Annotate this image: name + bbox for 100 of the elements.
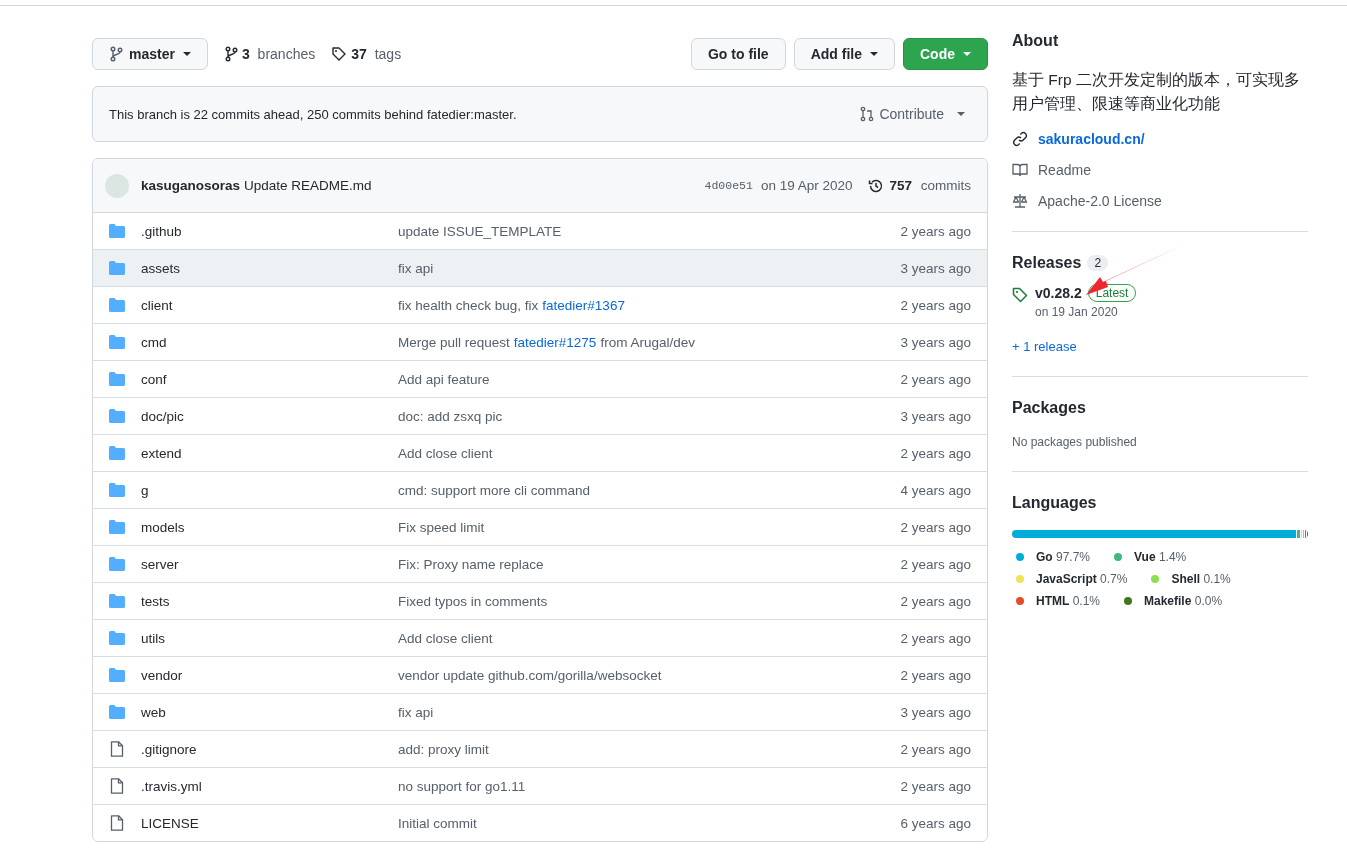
language-link[interactable]: Shell 0.1% [1171, 572, 1231, 586]
packages-heading: Packages [1012, 399, 1087, 417]
commit-message-link[interactable]: fix api [398, 704, 434, 720]
file-name-link[interactable]: models [141, 519, 398, 535]
branches-link[interactable]: 3 branches [223, 46, 316, 62]
branch-icon [109, 46, 123, 62]
commit-message-link[interactable]: Add close client [398, 445, 493, 461]
file-name-link[interactable]: assets [141, 260, 398, 276]
commit-age: 6 years ago [900, 815, 971, 831]
commit-message-link[interactable]: from Arugal/dev [600, 334, 695, 350]
add-file-button[interactable]: Add file [793, 38, 895, 70]
file-name-link[interactable]: LICENSE [141, 815, 398, 831]
commit-message-link[interactable]: update ISSUE_TEMPLATE [398, 223, 562, 239]
commit-message-link[interactable]: Initial commit [398, 815, 477, 831]
commit-age: 3 years ago [900, 408, 971, 424]
folder-icon [109, 705, 125, 719]
commit-message-link[interactable]: add: proxy limit [398, 741, 489, 757]
commit-age: 2 years ago [900, 445, 971, 461]
commit-message-link[interactable]: vendor update github.com/gorilla/websocket [398, 667, 662, 683]
commit-message-link[interactable]: cmd: support more cli command [398, 482, 591, 498]
more-releases-link[interactable]: + 1 release [1012, 339, 1308, 354]
release-version-link[interactable]: v0.28.2 [1035, 285, 1082, 301]
file-name-link[interactable]: utils [141, 630, 398, 646]
language-link[interactable]: Vue 1.4% [1134, 550, 1187, 564]
pull-request-icon [860, 106, 875, 122]
tags-link[interactable]: 37 tags [331, 46, 402, 62]
commit-age: 2 years ago [900, 667, 971, 683]
file-name-link[interactable]: doc/pic [141, 408, 398, 424]
commit-message-link[interactable]: Add api feature [398, 371, 490, 387]
commit-message-link[interactable]: fix health check bug, fix [398, 297, 539, 313]
language-link[interactable]: Go 97.7% [1036, 550, 1091, 564]
commit-message-link[interactable]: Merge pull request [398, 334, 510, 350]
commit-age: 2 years ago [900, 371, 971, 387]
packages-empty-text: No packages published [1012, 435, 1138, 449]
languages-heading: Languages [1012, 494, 1098, 512]
commit-author-link[interactable]: kasuganosoras [141, 178, 241, 193]
commit-message-link[interactable]: Add close client [398, 630, 493, 646]
file-name-link[interactable]: extend [141, 445, 398, 461]
commit-message-link[interactable]: Fixed typos in comments [398, 593, 548, 609]
commit-sha-link[interactable]: 4d00e51 [704, 179, 753, 192]
contribute-button[interactable]: Contribute [854, 105, 971, 123]
folder-icon [109, 298, 125, 312]
commit-age: 2 years ago [900, 741, 971, 757]
commit-message-link[interactable]: Fix speed limit [398, 519, 485, 535]
folder-icon [109, 224, 125, 238]
history-icon [868, 177, 885, 194]
tag-icon [1012, 287, 1028, 303]
file-name-link[interactable]: .github [141, 223, 398, 239]
file-name-link[interactable]: conf [141, 371, 398, 387]
release-date: on 19 Jan 2020 [1035, 305, 1119, 319]
commit-message-link[interactable]: fix api [398, 260, 434, 276]
file-name-link[interactable]: cmd [141, 334, 398, 350]
readme-link[interactable]: Readme [1038, 162, 1091, 178]
language-link[interactable]: JavaScript 0.7% [1036, 572, 1128, 586]
commit-age: 2 years ago [900, 556, 971, 572]
commits-link[interactable]: 757 commits [868, 177, 971, 194]
releases-count: 2 [1087, 255, 1109, 271]
file-name-link[interactable]: tests [141, 593, 398, 609]
go-to-file-button[interactable]: Go to file [691, 38, 786, 70]
commit-age: 3 years ago [900, 334, 971, 350]
branch-icon [223, 46, 238, 62]
website-link[interactable]: sakuracloud.cn/ [1038, 131, 1145, 147]
commit-message-link[interactable]: Fix: Proxy name replace [398, 556, 544, 572]
issue-link[interactable]: fatedier#1367 [542, 297, 625, 313]
folder-icon [109, 594, 125, 608]
file-name-link[interactable]: client [141, 297, 398, 313]
folder-icon [109, 483, 125, 497]
file-name-link[interactable]: .gitignore [141, 741, 398, 757]
file-name-link[interactable]: web [141, 704, 398, 720]
commit-age: 2 years ago [900, 519, 971, 535]
releases-heading[interactable]: Releases [1012, 254, 1082, 272]
folder-icon [109, 261, 125, 275]
language-link[interactable]: HTML 0.1% [1036, 594, 1100, 608]
commit-message-link[interactable]: no support for go1.11 [398, 778, 526, 794]
folder-icon [109, 409, 125, 423]
tag-icon [331, 46, 348, 62]
link-icon [1012, 131, 1028, 147]
license-link[interactable]: Apache-2.0 License [1038, 193, 1162, 209]
folder-icon [109, 446, 125, 460]
commit-age: 2 years ago [900, 297, 971, 313]
commit-message-link[interactable]: doc: add zsxq pic [398, 408, 503, 424]
file-name-link[interactable]: vendor [141, 667, 398, 683]
file-icon [109, 741, 125, 757]
file-icon [109, 778, 125, 794]
folder-icon [109, 520, 125, 534]
file-name-link[interactable]: g [141, 482, 398, 498]
commit-message-link[interactable]: Update README.md [244, 178, 372, 193]
file-icon [109, 815, 125, 831]
commit-age: 3 years ago [900, 704, 971, 720]
folder-icon [109, 668, 125, 682]
commit-age: 4 years ago [900, 482, 971, 498]
branch-select-button[interactable]: master [92, 38, 208, 70]
repo-description: 基于 Frp 二次开发定制的版本，可实现多用户管理、限速等商业化功能 [1012, 70, 1301, 114]
file-name-link[interactable]: server [141, 556, 398, 572]
language-link[interactable]: Makefile 0.0% [1144, 594, 1223, 608]
issue-link[interactable]: fatedier#1275 [513, 334, 597, 350]
folder-icon [109, 557, 125, 571]
commit-age: 2 years ago [900, 630, 971, 646]
commit-age: 2 years ago [900, 778, 971, 794]
file-name-link[interactable]: .travis.yml [141, 778, 398, 794]
